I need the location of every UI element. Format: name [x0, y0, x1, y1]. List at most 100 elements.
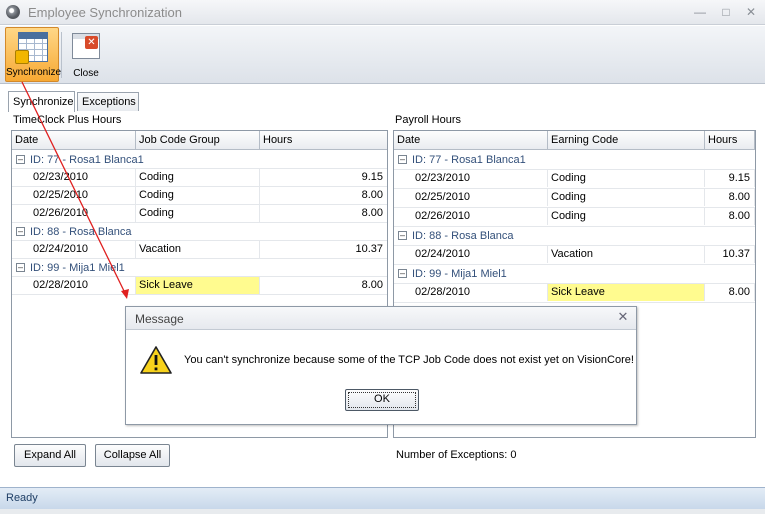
collapse-minus-icon[interactable]: –	[16, 263, 25, 272]
column-header-date[interactable]: Date	[12, 131, 136, 150]
job-code-cell: Coding	[136, 187, 260, 204]
synchronize-button[interactable]: Synchronize	[5, 27, 62, 82]
exceptions-count: Number of Exceptions: 0	[396, 449, 517, 461]
toolbar-separator	[61, 32, 62, 78]
table-row[interactable]: 02/26/2010 Coding 8.00	[12, 205, 387, 223]
timeclock-panel-title: TimeClock Plus Hours	[13, 114, 122, 126]
warning-icon	[140, 346, 172, 374]
close-button[interactable]: Close	[66, 27, 106, 82]
toolbar: Synchronize Close	[0, 26, 765, 84]
hours-cell: 8.00	[260, 205, 387, 222]
date-cell: 02/28/2010	[412, 284, 548, 301]
hours-cell: 8.00	[260, 277, 387, 294]
hours-cell: 9.15	[260, 169, 387, 186]
earning-code-cell: Coding	[548, 208, 705, 225]
table-row[interactable]: 02/28/2010 Sick Leave 8.00	[394, 284, 755, 303]
table-row[interactable]: 02/26/2010 Coding 8.00	[394, 208, 755, 227]
status-bar: Ready	[0, 487, 765, 509]
hours-cell: 10.37	[705, 246, 755, 263]
date-cell: 02/23/2010	[30, 169, 136, 186]
table-row[interactable]: 02/25/2010 Coding 8.00	[12, 187, 387, 205]
dialog-message: You can't synchronize because some of th…	[184, 354, 634, 366]
job-code-cell: Vacation	[136, 241, 260, 258]
group-row[interactable]: – ID: 88 - Rosa Blanca	[394, 227, 755, 246]
employee-sync-window: Employee Synchronization — □ ✕ Synchroni…	[0, 0, 765, 514]
collapse-minus-icon[interactable]: –	[16, 227, 25, 236]
window-bottom-edge	[0, 509, 765, 514]
expand-all-button[interactable]: Expand All	[14, 444, 86, 467]
column-header-earning-code[interactable]: Earning Code	[548, 131, 705, 150]
title-bar[interactable]: Employee Synchronization — □ ✕	[0, 0, 765, 25]
collapse-all-button[interactable]: Collapse All	[95, 444, 170, 467]
date-cell: 02/23/2010	[412, 170, 548, 187]
window-title: Employee Synchronization	[28, 5, 182, 20]
date-cell: 02/26/2010	[412, 208, 548, 225]
message-dialog: Message ✕ You can't synchronize because …	[125, 306, 637, 425]
job-code-cell-highlighted: Sick Leave	[136, 277, 260, 294]
group-label: ID: 88 - Rosa Blanca	[30, 226, 132, 238]
column-header-job-code-group[interactable]: Job Code Group	[136, 131, 260, 150]
dialog-title: Message	[135, 312, 184, 326]
grid-header: Date Job Code Group Hours	[12, 131, 387, 150]
date-cell: 02/25/2010	[30, 187, 136, 204]
hours-cell: 9.15	[705, 170, 755, 187]
table-row[interactable]: 02/24/2010 Vacation 10.37	[12, 241, 387, 259]
dialog-title-bar[interactable]: Message ✕	[126, 307, 636, 330]
table-row[interactable]: 02/24/2010 Vacation 10.37	[394, 246, 755, 265]
group-label: ID: 88 - Rosa Blanca	[412, 230, 514, 242]
group-row[interactable]: – ID: 99 - Mija1 Miel1	[12, 259, 387, 277]
hours-cell: 10.37	[260, 241, 387, 258]
table-row[interactable]: 02/23/2010 Coding 9.15	[394, 170, 755, 189]
group-label: ID: 99 - Mija1 Miel1	[412, 268, 507, 280]
group-label: ID: 99 - Mija1 Miel1	[30, 262, 125, 274]
group-label: ID: 77 - Rosa1 Blanca1	[30, 154, 144, 166]
group-label: ID: 77 - Rosa1 Blanca1	[412, 154, 526, 166]
table-row[interactable]: 02/28/2010 Sick Leave 8.00	[12, 277, 387, 295]
date-cell: 02/26/2010	[30, 205, 136, 222]
tab-exceptions-label: Exceptions	[82, 96, 136, 108]
hours-cell: 8.00	[705, 284, 755, 301]
ok-button[interactable]: OK	[345, 389, 419, 411]
collapse-minus-icon[interactable]: –	[398, 155, 407, 164]
date-cell: 02/25/2010	[412, 189, 548, 206]
earning-code-cell: Coding	[548, 170, 705, 187]
collapse-minus-icon[interactable]: –	[398, 231, 407, 240]
column-header-hours[interactable]: Hours	[260, 131, 387, 150]
tab-exceptions[interactable]: Exceptions	[77, 92, 139, 111]
date-cell: 02/24/2010	[412, 246, 548, 263]
group-row[interactable]: – ID: 99 - Mija1 Miel1	[394, 265, 755, 284]
synchronize-label: Synchronize	[6, 67, 62, 78]
job-code-cell: Coding	[136, 169, 260, 186]
job-code-cell: Coding	[136, 205, 260, 222]
column-header-hours[interactable]: Hours	[705, 131, 755, 150]
group-row[interactable]: – ID: 77 - Rosa1 Blanca1	[12, 151, 387, 169]
table-row[interactable]: 02/25/2010 Coding 8.00	[394, 189, 755, 208]
dialog-close-icon[interactable]: ✕	[616, 310, 630, 324]
collapse-minus-icon[interactable]: –	[398, 269, 407, 278]
date-cell: 02/28/2010	[30, 277, 136, 294]
payroll-panel-title: Payroll Hours	[395, 114, 462, 126]
earning-code-cell-highlighted: Sick Leave	[548, 284, 705, 301]
maximize-icon[interactable]: □	[718, 4, 734, 20]
close-window-icon[interactable]: ✕	[743, 4, 759, 20]
table-row[interactable]: 02/23/2010 Coding 9.15	[12, 169, 387, 187]
spreadsheet-sync-icon	[15, 32, 48, 64]
main-content: Synchronize Exceptions TimeClock Plus Ho…	[0, 85, 765, 487]
hours-cell: 8.00	[260, 187, 387, 204]
grid-header: Date Earning Code Hours	[394, 131, 755, 150]
group-row[interactable]: – ID: 88 - Rosa Blanca	[12, 223, 387, 241]
close-label: Close	[73, 68, 99, 79]
app-icon	[6, 5, 20, 19]
hours-cell: 8.00	[705, 208, 755, 225]
earning-code-cell: Vacation	[548, 246, 705, 263]
minimize-icon[interactable]: —	[692, 4, 708, 20]
tab-synchronize-label: Synchronize	[13, 96, 74, 108]
tab-synchronize[interactable]: Synchronize	[8, 91, 75, 112]
status-text: Ready	[6, 492, 38, 504]
earning-code-cell: Coding	[548, 189, 705, 206]
collapse-minus-icon[interactable]: –	[16, 155, 25, 164]
date-cell: 02/24/2010	[30, 241, 136, 258]
group-row[interactable]: – ID: 77 - Rosa1 Blanca1	[394, 151, 755, 170]
column-header-date[interactable]: Date	[394, 131, 548, 150]
close-document-icon	[72, 33, 100, 59]
